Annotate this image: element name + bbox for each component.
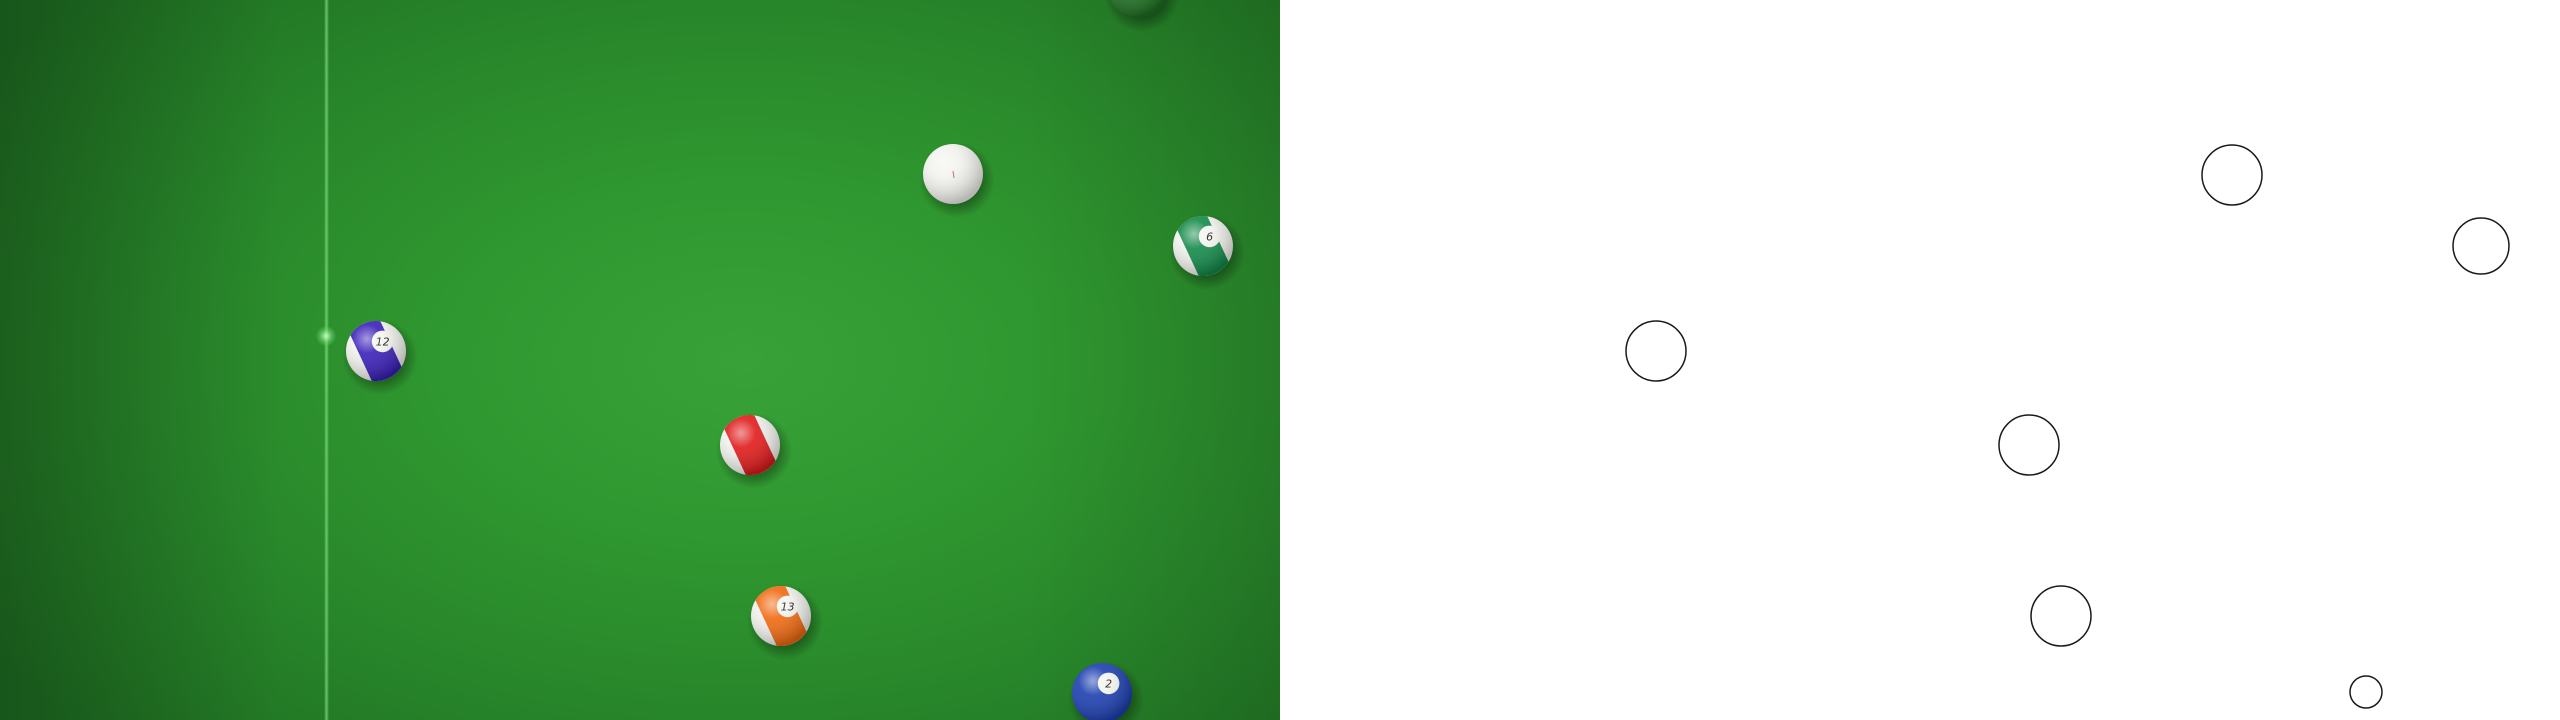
circle-ball-12: [1625, 320, 1687, 382]
ball-outline-panel: [1280, 0, 2560, 720]
balls-layer: 6 12 13 2: [342, 0, 1245, 720]
partial-top[interactable]: [1104, 0, 1180, 32]
ball-highlight: [923, 144, 983, 204]
ball-highlight: [1173, 216, 1233, 276]
game-canvas[interactable]: 6 12 13 2: [0, 0, 2560, 720]
circle-cue-ball: [2201, 144, 2263, 206]
outline-layer: [1625, 144, 2510, 709]
ball-12[interactable]: 12: [342, 316, 418, 395]
ball-highlight: [346, 321, 406, 381]
ball-13[interactable]: 13: [747, 581, 823, 660]
circle-ball-6: [2452, 217, 2510, 275]
circle-ball-3: [1998, 414, 2060, 476]
ball-6[interactable]: 6: [1169, 211, 1245, 290]
cue-ball[interactable]: [919, 142, 995, 218]
ball-2[interactable]: 2: [1068, 661, 1144, 720]
ball-highlight: [720, 415, 780, 475]
circle-ball-13: [2030, 585, 2092, 647]
ball-highlight: [751, 586, 811, 646]
circle-ball-2: [2349, 675, 2383, 709]
pool-table-felt[interactable]: 6 12 13 2: [0, 0, 1280, 720]
ball-3[interactable]: [716, 410, 792, 489]
